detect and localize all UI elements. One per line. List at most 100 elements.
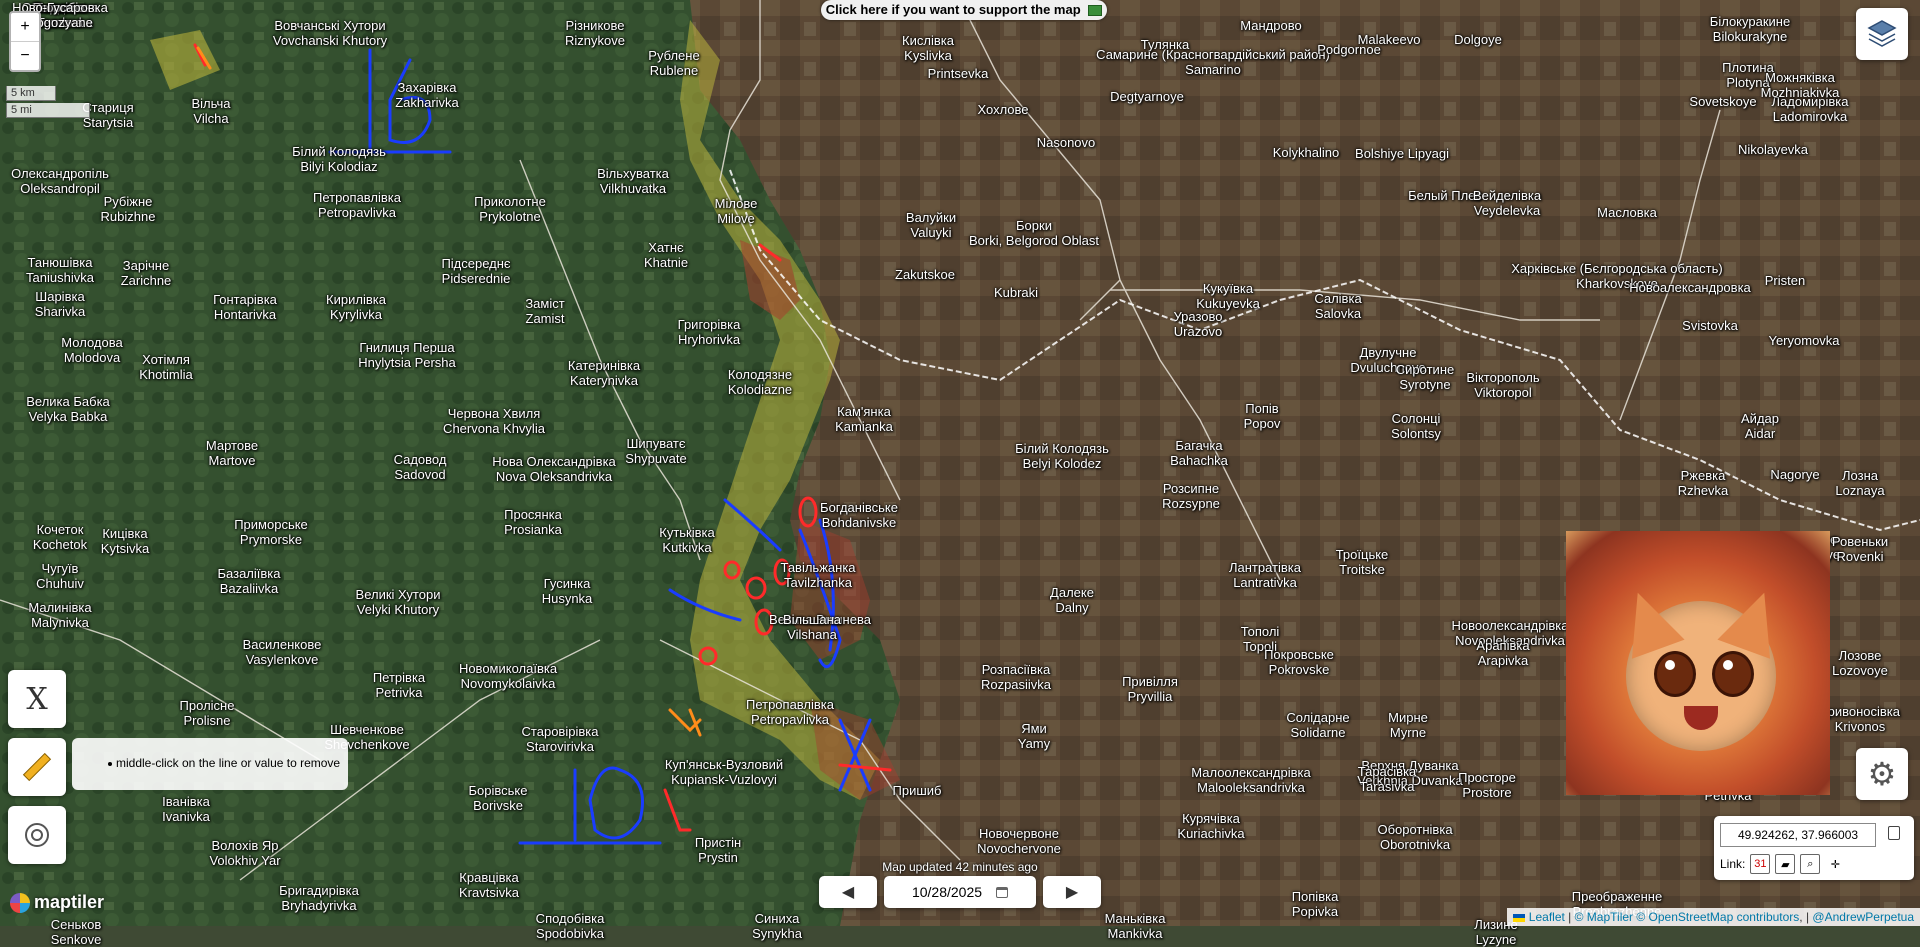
ruler-icon bbox=[22, 752, 52, 782]
map-place-label: Dolgoye bbox=[1454, 32, 1502, 47]
close-drawing-button[interactable]: X bbox=[8, 670, 66, 728]
map-place-label: Підсереднє Pidserednie bbox=[441, 256, 511, 286]
map-place-label: Розпасіївка Rozpasiivka bbox=[980, 662, 1052, 692]
map-place-label: Айдар Aidar bbox=[1741, 411, 1779, 441]
layers-icon bbox=[1867, 20, 1897, 47]
zoom-control: + − bbox=[9, 11, 41, 72]
map-place-label: Хатнє Khatnie bbox=[643, 240, 689, 270]
coordinates-panel: 49.924262, 37.966003 Link: 31 ▰ ⌕ ✛ bbox=[1714, 816, 1914, 880]
prev-date-button[interactable]: ◀ bbox=[819, 876, 877, 908]
zoom-link-icon[interactable]: ⌕ bbox=[1800, 854, 1821, 874]
calendar-link-icon[interactable]: 31 bbox=[1750, 854, 1771, 874]
map-place-label: Кам'янка Kamianka bbox=[835, 404, 893, 434]
osm-link[interactable]: © OpenStreetMap contributors bbox=[1636, 910, 1799, 924]
map-place-label: Синиха Synykha bbox=[752, 911, 802, 941]
map-place-label: Лантратівка Lantrativka bbox=[1228, 560, 1302, 590]
map-place-label: Троїцьке Troitske bbox=[1335, 547, 1389, 577]
map-place-label: Мартове Martove bbox=[205, 438, 259, 468]
map-place-label: Новочервоне Novochervone bbox=[977, 826, 1061, 856]
map-place-label: Масловка bbox=[1597, 205, 1657, 220]
zoom-out-button[interactable]: − bbox=[11, 42, 39, 70]
calendar-day: 31 bbox=[1754, 858, 1767, 870]
gear-icon: ⚙ bbox=[1867, 756, 1897, 792]
map-place-label: Кукуївка Kukuyevka bbox=[1196, 281, 1260, 311]
map-place-label: Гонтарівка Hontarivka bbox=[213, 292, 277, 322]
map-place-label: Шипуватє Shypuvate bbox=[625, 436, 687, 466]
map-place-label: Хохлове bbox=[977, 102, 1029, 117]
map-place-label: Самарине (Красногвардійський район) Samar… bbox=[1096, 47, 1330, 77]
settings-button[interactable]: ⚙ bbox=[1856, 748, 1908, 800]
map-place-label: Мандрово bbox=[1240, 18, 1302, 33]
ruler-button[interactable] bbox=[8, 738, 66, 796]
maptiler-logo[interactable]: maptiler bbox=[10, 892, 104, 913]
map-place-label: Zakutskoe bbox=[895, 267, 955, 282]
maptiler-logo-text: maptiler bbox=[34, 892, 105, 912]
map-place-label: Великі Хутори Velyki Khutory bbox=[355, 587, 441, 617]
maptiler-attr-link[interactable]: © MapTiler bbox=[1575, 910, 1633, 924]
map-place-label: Петропавлівка Petropavlivka bbox=[745, 697, 835, 727]
map-place-label: Зарічне Zarichne bbox=[120, 258, 172, 288]
map-place-label: Можнякiвка Mozhniakivka bbox=[1760, 70, 1840, 100]
map-place-label: Пролісне Prolisne bbox=[179, 698, 235, 728]
support-banner-link[interactable]: Click here if you want to support the ma… bbox=[821, 0, 1107, 20]
map-place-label: Солідарне Solidarne bbox=[1286, 710, 1350, 740]
map-place-label: Тавільжанка Tavilzhanka bbox=[780, 560, 856, 590]
map-place-label: Волохів Яр Volokhiv Yar bbox=[209, 838, 281, 868]
map-place-label: Малинівка Malynivka bbox=[28, 600, 92, 630]
map-place-label: Вовчанські Хутори Vovchanski Khutory bbox=[272, 18, 388, 48]
money-icon bbox=[1088, 5, 1103, 17]
map-place-label: Приколотне Prykolotne bbox=[474, 194, 546, 224]
map-place-label: Валуйки Valuyki bbox=[905, 210, 957, 240]
map-place-label: Вейделівка Veydelevka bbox=[1472, 188, 1542, 218]
map-link-icon[interactable]: ▰ bbox=[1775, 854, 1796, 874]
coordinates-field[interactable]: 49.924262, 37.966003 bbox=[1720, 823, 1876, 847]
zoom-in-button[interactable]: + bbox=[11, 13, 39, 42]
map-place-label: Бригадирівка Bryhadyrivka bbox=[279, 883, 359, 913]
map-place-label: Kolykhalino bbox=[1272, 145, 1340, 160]
crosshair-link-icon[interactable]: ✛ bbox=[1825, 854, 1845, 874]
map-place-label: Олександропіль Oleksandropil bbox=[11, 166, 109, 196]
map-place-label: Базаліївка Bazaliivka bbox=[217, 566, 281, 596]
copy-icon[interactable] bbox=[1888, 826, 1900, 840]
ruler-tip-text: middle-click on the line or value to rem… bbox=[116, 756, 341, 770]
map-place-label: Кутьківка Kutkivka bbox=[659, 525, 715, 555]
map-place-label: Різникове Riznykove bbox=[565, 18, 625, 48]
map-place-label: ПетрівкаPetrivka bbox=[372, 670, 426, 700]
map-place-label: Курячівка Kuriachivka bbox=[1177, 811, 1245, 841]
link-label: Link: bbox=[1720, 857, 1746, 871]
map-place-label: Просторе Prostore bbox=[1458, 770, 1516, 800]
map-place-label: Рубіжне Rubizhne bbox=[100, 194, 156, 224]
locate-button[interactable] bbox=[8, 806, 66, 864]
map-place-label: Кирилівка Kyrylivka bbox=[326, 292, 386, 322]
cat-image bbox=[1566, 531, 1830, 795]
map-place-label: Кривоносівка Krivonos bbox=[1820, 704, 1900, 734]
map-place-label: Пристін Prystin bbox=[694, 835, 742, 865]
map-place-label: Pristen bbox=[1764, 273, 1806, 288]
cat-face bbox=[1611, 583, 1791, 751]
map-place-label: Петропавлівка Petropavlivka bbox=[312, 190, 402, 220]
leaflet-link[interactable]: Leaflet bbox=[1529, 910, 1565, 924]
map-place-label: Новоалександровка bbox=[1629, 280, 1751, 295]
map-place-label: Червона Хвиля Chervona Khvylia bbox=[443, 406, 545, 436]
map-place-label: Malakeevo bbox=[1357, 32, 1421, 47]
layers-button[interactable] bbox=[1856, 8, 1908, 60]
map-place-label: Привілля Pryvillia bbox=[1122, 674, 1178, 704]
map-place-label: Мирне Myrne bbox=[1388, 710, 1428, 740]
scale-km: 5 km bbox=[6, 86, 56, 101]
close-icon: X bbox=[26, 681, 48, 717]
map-place-label: Тарасівка Tarasivka bbox=[1357, 764, 1417, 794]
map-place-label: Молодова Molodova bbox=[61, 335, 123, 365]
calendar-icon bbox=[996, 886, 1009, 898]
next-date-button[interactable]: ▶ bbox=[1043, 876, 1101, 908]
map-place-label: Іванівка Ivanivka bbox=[162, 794, 210, 824]
map-place-label: Yeryomovka bbox=[1768, 333, 1840, 348]
map-place-label: Заміст Zamist bbox=[525, 296, 565, 326]
author-link[interactable]: @AndrewPerpetua bbox=[1812, 910, 1914, 924]
map-place-label: Приморське Prymorske bbox=[234, 517, 308, 547]
map-place-label: Сподобівка Spodobivka bbox=[535, 911, 605, 941]
map-place-label: Білий Колодязь Belyi Kolodez bbox=[1015, 441, 1109, 471]
map-place-label: Новомиколаївка Novomykolaivka bbox=[458, 661, 558, 691]
date-picker[interactable]: 10/28/2025 bbox=[884, 876, 1036, 908]
map-place-label: Попів Popov bbox=[1243, 401, 1281, 431]
date-value: 10/28/2025 bbox=[911, 884, 983, 900]
